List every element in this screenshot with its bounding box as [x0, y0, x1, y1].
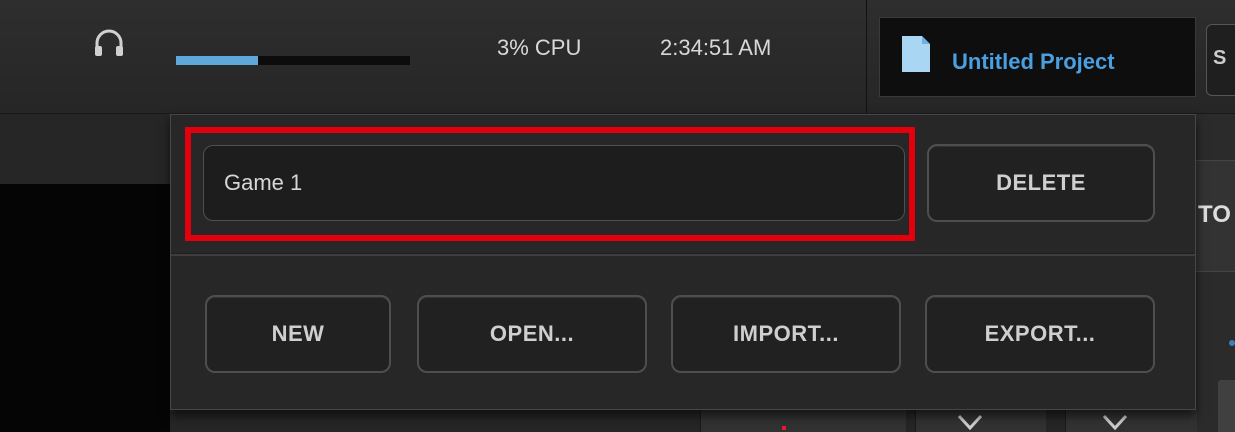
audio-level-meter [176, 56, 410, 65]
project-button[interactable]: Untitled Project [879, 17, 1196, 97]
status-dot [1229, 340, 1235, 346]
settings-button-partial[interactable]: S [1206, 24, 1235, 96]
preview-area [0, 184, 170, 432]
top-bar: 3% CPU 2:34:51 AM Untitled Project S [0, 0, 1235, 114]
project-name: Untitled Project [952, 49, 1115, 74]
audio-level-fill [176, 56, 258, 65]
new-button[interactable]: NEW [205, 295, 391, 373]
record-indicator [782, 426, 786, 430]
import-button[interactable]: IMPORT... [671, 295, 901, 373]
edge-button-label: S [1213, 47, 1227, 69]
delete-button[interactable]: DELETE [927, 144, 1155, 222]
left-header-strip [0, 114, 170, 184]
popup-divider [171, 253, 1195, 256]
transition-button-label: TO [1198, 201, 1231, 228]
side-control-partial[interactable] [1218, 380, 1235, 432]
chevron-down-icon[interactable] [1100, 412, 1130, 432]
headphones-icon[interactable] [92, 26, 126, 60]
project-menu-popup: DELETE NEW OPEN... IMPORT... EXPORT... [170, 114, 1196, 410]
chevron-down-icon[interactable] [955, 412, 985, 432]
bottom-tile[interactable] [1065, 410, 1197, 432]
bottom-tile[interactable] [700, 410, 906, 432]
document-icon [902, 36, 930, 72]
open-button[interactable]: OPEN... [417, 295, 647, 373]
cpu-usage: 3% CPU [497, 35, 582, 60]
project-name-input[interactable] [203, 145, 905, 221]
clock: 2:34:51 AM [660, 35, 772, 60]
topbar-divider [866, 0, 867, 113]
transition-button-partial[interactable]: TO [1196, 160, 1235, 272]
export-button[interactable]: EXPORT... [925, 295, 1155, 373]
